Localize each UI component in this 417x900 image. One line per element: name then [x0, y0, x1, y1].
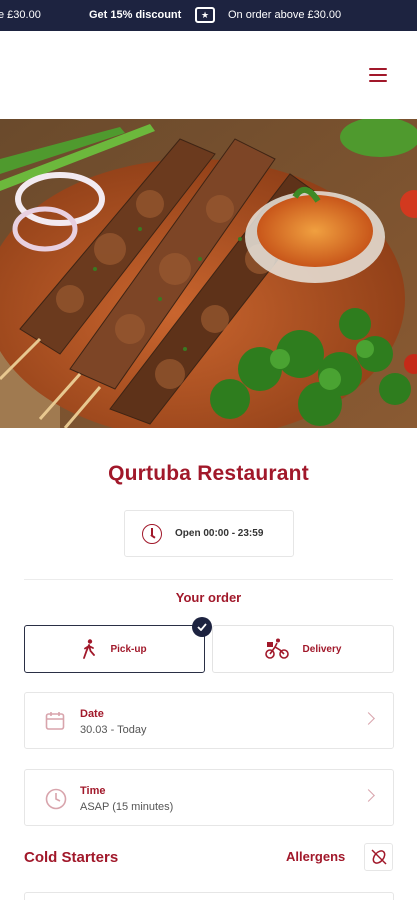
walking-person-icon	[83, 639, 96, 659]
date-selector[interactable]: Date 30.03 - Today	[24, 692, 394, 749]
menu-item-card[interactable]	[24, 892, 394, 900]
date-label: Date	[80, 708, 104, 720]
promo-text-left: e £30.00	[0, 9, 41, 21]
calendar-icon	[45, 712, 65, 730]
clock-icon	[142, 523, 162, 544]
opening-hours-text: Open 00:00 - 23:59	[175, 528, 264, 539]
ticket-icon: ★	[195, 7, 215, 23]
your-order-heading: Your order	[175, 590, 242, 605]
time-label: Time	[80, 785, 106, 797]
menu-section-title: Cold Starters	[24, 849, 119, 866]
chevron-right-icon	[362, 789, 375, 802]
time-value: ASAP (15 minutes)	[80, 801, 174, 813]
time-selector[interactable]: Time ASAP (15 minutes)	[24, 769, 394, 826]
section-divider	[24, 579, 393, 580]
app-header	[0, 31, 417, 119]
allergens-filter-icon[interactable]	[364, 843, 393, 871]
pickup-option-button[interactable]: Pick-up	[24, 625, 205, 673]
date-value: 30.03 - Today	[80, 724, 147, 736]
allergens-link[interactable]: Allergens	[286, 849, 345, 864]
hero-food-image	[0, 119, 417, 428]
delivery-option-button[interactable]: Delivery	[212, 625, 394, 673]
clock-icon	[45, 788, 67, 810]
chevron-right-icon	[362, 712, 375, 725]
opening-hours-badge: Open 00:00 - 23:59	[124, 510, 294, 557]
bicycle-courier-icon	[264, 638, 289, 659]
promo-discount: Get 15% discount	[89, 9, 182, 21]
pickup-label: Pick-up	[110, 643, 147, 655]
promo-banner: e £30.00 Get 15% discount ★ On order abo…	[0, 0, 417, 31]
restaurant-name: Qurtuba Restaurant	[108, 462, 309, 485]
delivery-label: Delivery	[302, 643, 342, 655]
hamburger-menu-icon[interactable]	[369, 68, 387, 82]
selected-checkmark-icon	[192, 617, 212, 637]
promo-condition: On order above £30.00	[228, 9, 342, 21]
